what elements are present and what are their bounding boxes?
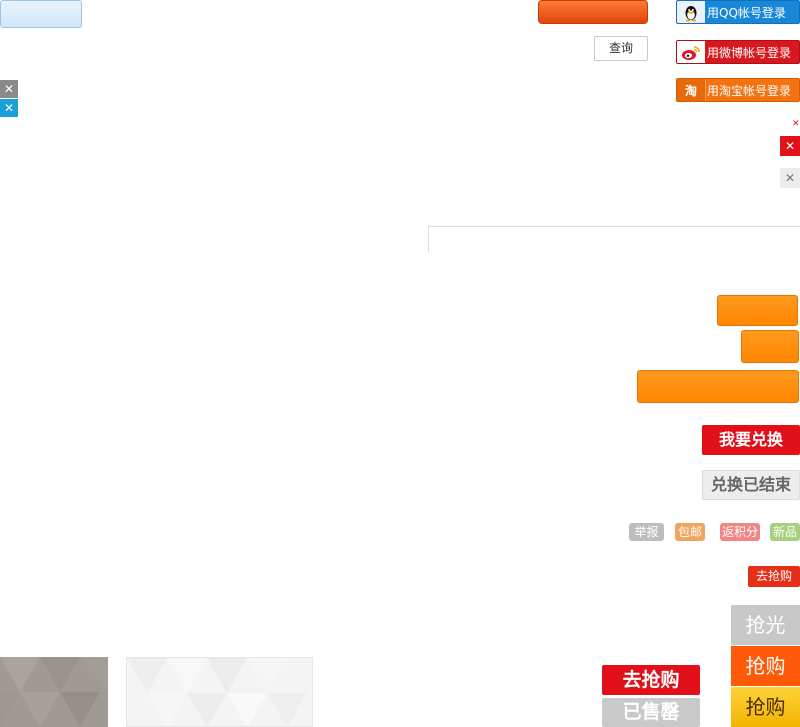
orange-button[interactable] — [717, 295, 798, 326]
close-icon[interactable]: ✕ — [0, 99, 18, 117]
pattern-thumbnail-dark — [0, 657, 108, 727]
close-icon[interactable]: ✕ — [0, 80, 18, 98]
sold-out-button: 抢光 — [731, 605, 800, 645]
weibo-login-label: 用微博帐号登录 — [707, 46, 792, 60]
points-back-tag: 返积分 — [720, 523, 760, 541]
qq-login-label: 用QQ帐号登录 — [707, 6, 786, 20]
free-shipping-tag: 包邮 — [675, 523, 705, 541]
weibo-login-button[interactable]: 用微博帐号登录 — [676, 40, 800, 64]
redeem-ended-button: 兑换已结束 — [702, 470, 800, 500]
taobao-icon: 淘 — [677, 79, 706, 101]
close-icon[interactable]: ✕ — [780, 136, 800, 156]
go-grab-large-button[interactable]: 去抢购 — [602, 665, 700, 695]
orange-button[interactable] — [637, 370, 799, 403]
qq-login-button[interactable]: 用QQ帐号登录 — [676, 0, 800, 24]
taobao-login-button[interactable]: 淘 用淘宝帐号登录 — [676, 78, 800, 102]
query-button[interactable]: 查询 — [594, 36, 648, 61]
report-tag[interactable]: 举报 — [629, 523, 664, 541]
orange-button[interactable] — [741, 330, 799, 363]
pattern-thumbnail-light — [126, 657, 313, 727]
blank-orange-button[interactable] — [538, 0, 648, 24]
new-item-tag: 新品 — [770, 523, 800, 541]
weibo-icon — [677, 41, 705, 63]
qq-penguin-icon — [677, 1, 705, 23]
redeem-button[interactable]: 我要兑换 — [702, 425, 800, 455]
blank-blue-button[interactable] — [0, 0, 82, 28]
grab-button-alt[interactable]: 抢购 — [731, 687, 800, 727]
sold-out-large-button: 已售罄 — [602, 698, 700, 727]
close-icon[interactable]: ✕ — [780, 168, 800, 188]
close-icon[interactable]: ✕ — [792, 118, 800, 130]
panel-frame — [428, 226, 800, 252]
go-grab-button[interactable]: 去抢购 — [748, 566, 800, 587]
taobao-login-label: 用淘宝帐号登录 — [707, 84, 792, 98]
grab-button[interactable]: 抢购 — [731, 646, 800, 686]
